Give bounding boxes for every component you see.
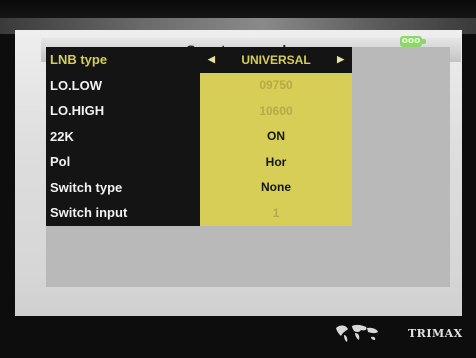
setting-value-selector[interactable]: ◀ UNIVERSAL ▶: [200, 47, 352, 73]
arrow-left-icon[interactable]: ◀: [208, 54, 215, 65]
setting-row-22k[interactable]: 22K ON: [46, 123, 352, 149]
setting-label: LO.LOW: [46, 72, 200, 98]
battery-cap: [422, 39, 426, 44]
setting-value: 10600: [200, 98, 352, 124]
battery-icon: ooo: [400, 36, 422, 47]
setting-row-pol[interactable]: Pol Hor: [46, 149, 352, 175]
setting-value: ON: [200, 123, 352, 149]
setting-row-lnb-type[interactable]: LNB type ◀ UNIVERSAL ▶: [46, 47, 352, 73]
setting-label: 22K: [46, 123, 200, 149]
setting-label: LNB type: [46, 47, 200, 73]
setting-value: 1: [200, 200, 352, 226]
setting-label: Switch input: [46, 200, 200, 226]
setting-row-lo-high[interactable]: LO.HIGH 10600: [46, 98, 352, 124]
footer-bar: [0, 316, 476, 358]
world-map-icon: [336, 324, 378, 342]
arrow-right-icon[interactable]: ▶: [337, 54, 344, 65]
setting-row-switch-type[interactable]: Switch type None: [46, 174, 352, 200]
setting-value: Hor: [200, 149, 352, 175]
battery-label: ooo: [401, 36, 421, 46]
setting-label: Pol: [46, 149, 200, 175]
setting-value: None: [200, 174, 352, 200]
setting-label: LO.HIGH: [46, 98, 200, 124]
setting-value: UNIVERSAL: [241, 52, 311, 67]
setting-label: Switch type: [46, 174, 200, 200]
setting-row-lo-low[interactable]: LO.LOW 09750: [46, 72, 352, 98]
setting-row-switch-input[interactable]: Switch input 1: [46, 200, 352, 226]
brand-logo: TRIMAX: [408, 327, 463, 340]
lnb-settings-table: LNB type ◀ UNIVERSAL ▶ LO.LOW 09750 LO.H…: [46, 47, 450, 287]
setting-value: 09750: [200, 72, 352, 98]
